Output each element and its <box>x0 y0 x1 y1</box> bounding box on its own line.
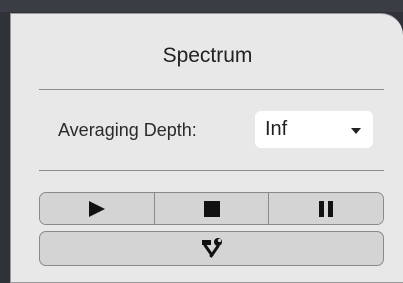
averaging-depth-label: Averaging Depth: <box>58 120 197 140</box>
transport-controls <box>39 192 384 225</box>
play-icon <box>88 200 105 217</box>
panel-title: Spectrum <box>162 44 253 67</box>
averaging-depth-value: Inf <box>265 118 288 140</box>
play-button[interactable] <box>40 193 154 224</box>
divider <box>39 89 384 90</box>
tools-icon <box>201 237 222 258</box>
pause-button[interactable] <box>268 193 383 224</box>
chevron-down-icon <box>351 128 361 134</box>
spectrum-panel: Spectrum Averaging Depth: Inf <box>10 13 403 283</box>
app-frame: Spectrum Averaging Depth: Inf <box>0 0 403 283</box>
divider <box>39 170 384 171</box>
pause-icon <box>319 200 334 217</box>
stop-icon <box>203 200 220 217</box>
stop-button[interactable] <box>153 193 269 224</box>
top-strip <box>0 0 403 12</box>
averaging-depth-select[interactable]: Inf <box>255 111 373 148</box>
tools-button[interactable] <box>39 231 384 266</box>
